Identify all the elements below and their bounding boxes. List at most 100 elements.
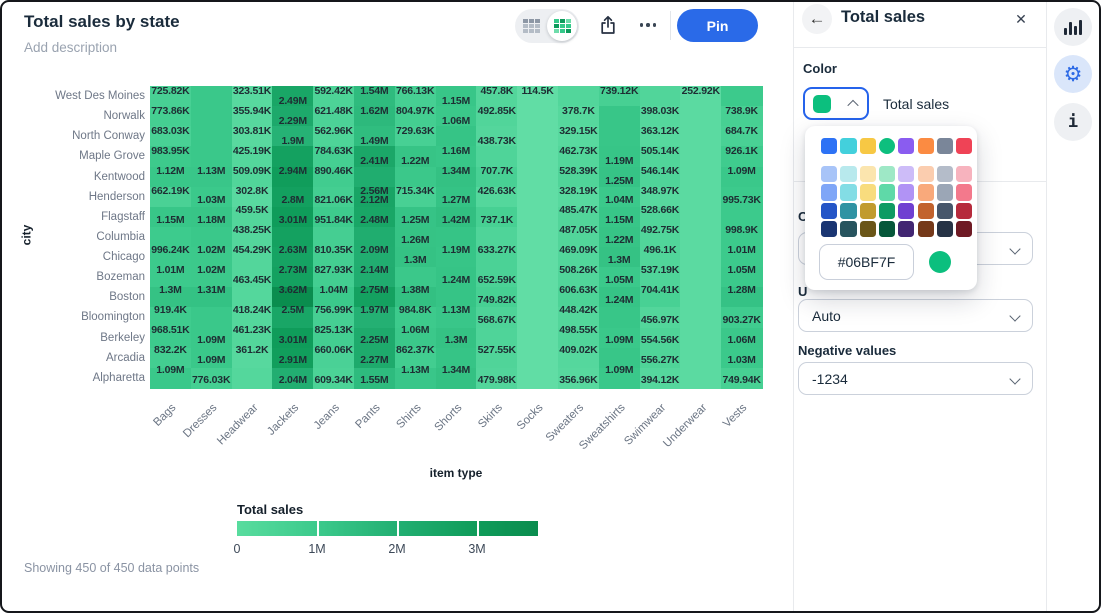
heatmap-cell[interactable] xyxy=(680,227,721,248)
heatmap-cell[interactable] xyxy=(680,368,721,389)
palette-shade-swatch[interactable] xyxy=(821,184,837,200)
palette-shade-swatch[interactable] xyxy=(898,203,914,219)
units-dropdown[interactable]: Auto xyxy=(798,299,1033,332)
heatmap-cell[interactable] xyxy=(517,287,558,308)
heatmap-cell[interactable] xyxy=(599,307,640,328)
heatmap-cell[interactable] xyxy=(517,267,558,288)
info-tab[interactable]: i xyxy=(1054,103,1092,141)
palette-swatch[interactable] xyxy=(937,138,953,154)
heatmap-cell[interactable] xyxy=(721,86,762,107)
heatmap-cell[interactable] xyxy=(517,368,558,389)
palette-swatch[interactable] xyxy=(879,138,895,154)
heatmap-cell[interactable] xyxy=(680,106,721,127)
palette-shade-swatch[interactable] xyxy=(879,221,895,237)
palette-shade-swatch[interactable] xyxy=(937,221,953,237)
heatmap-cell[interactable] xyxy=(680,307,721,328)
heatmap-cell[interactable] xyxy=(517,187,558,208)
heatmap-cell[interactable] xyxy=(680,126,721,147)
heatmap-cell[interactable] xyxy=(517,247,558,268)
palette-shade-swatch[interactable] xyxy=(918,221,934,237)
add-description-field[interactable]: Add description xyxy=(24,40,117,55)
negative-values-value: -1234 xyxy=(812,371,848,387)
palette-shade-swatch[interactable] xyxy=(860,184,876,200)
format-settings-tab[interactable]: ⚙ xyxy=(1054,55,1092,93)
table-view-toggle[interactable] xyxy=(515,9,547,43)
palette-shade-swatch[interactable] xyxy=(898,221,914,237)
palette-shade-swatch[interactable] xyxy=(860,166,876,182)
palette-shade-swatch[interactable] xyxy=(821,166,837,182)
palette-shade-swatch[interactable] xyxy=(840,221,856,237)
palette-shade-swatch[interactable] xyxy=(840,184,856,200)
palette-shade-swatch[interactable] xyxy=(860,203,876,219)
heatmap-cell[interactable] xyxy=(680,207,721,228)
palette-shade-swatch[interactable] xyxy=(937,203,953,219)
palette-shade-swatch[interactable] xyxy=(840,203,856,219)
palette-shade-swatch[interactable] xyxy=(918,184,934,200)
pin-button[interactable]: Pin xyxy=(677,9,758,42)
cell-value-label: 633.27K xyxy=(478,244,516,256)
palette-shade-swatch[interactable] xyxy=(956,184,972,200)
palette-shade-swatch[interactable] xyxy=(821,203,837,219)
heatmap-view-toggle[interactable] xyxy=(547,11,577,41)
cell-value-label: 715.34K xyxy=(396,185,434,197)
heatmap-cell[interactable] xyxy=(558,86,599,107)
palette-shade-swatch[interactable] xyxy=(956,221,972,237)
heatmap-cell[interactable] xyxy=(517,307,558,328)
back-button[interactable]: ← xyxy=(802,4,832,34)
palette-shade-swatch[interactable] xyxy=(918,166,934,182)
heatmap-cell[interactable] xyxy=(517,146,558,167)
heatmap-cell[interactable] xyxy=(680,328,721,349)
share-button[interactable] xyxy=(592,9,624,41)
heatmap-cell[interactable] xyxy=(680,146,721,167)
palette-shade-swatch[interactable] xyxy=(937,184,953,200)
more-options-button[interactable] xyxy=(632,9,664,41)
color-swatch-dropdown[interactable] xyxy=(803,87,869,120)
heatmap-cell[interactable] xyxy=(680,247,721,268)
palette-shade-swatch[interactable] xyxy=(821,221,837,237)
icon-rail: ⚙ i xyxy=(1046,0,1100,613)
heatmap-cell[interactable] xyxy=(517,126,558,147)
palette-swatch[interactable] xyxy=(918,138,934,154)
cell-value-label: 1.26M xyxy=(401,234,429,246)
palette-shade-swatch[interactable] xyxy=(937,166,953,182)
heatmap-cell[interactable] xyxy=(232,368,273,389)
heatmap-cell[interactable] xyxy=(191,86,232,107)
palette-swatch[interactable] xyxy=(860,138,876,154)
palette-shade-swatch[interactable] xyxy=(956,203,972,219)
hex-color-preview-dot[interactable] xyxy=(929,251,951,273)
heatmap-cell[interactable] xyxy=(517,106,558,127)
heatmap-cell[interactable] xyxy=(640,86,681,107)
palette-shade-swatch[interactable] xyxy=(918,203,934,219)
palette-shade-swatch[interactable] xyxy=(956,166,972,182)
heatmap-cell[interactable] xyxy=(680,267,721,288)
heatmap-cell[interactable] xyxy=(517,227,558,248)
heatmap-cell[interactable] xyxy=(191,106,232,127)
heatmap-cell[interactable] xyxy=(599,126,640,147)
palette-shade-swatch[interactable] xyxy=(879,184,895,200)
palette-shade-swatch[interactable] xyxy=(898,166,914,182)
palette-shade-swatch[interactable] xyxy=(879,203,895,219)
negative-values-dropdown[interactable]: -1234 xyxy=(798,362,1033,395)
palette-swatch[interactable] xyxy=(898,138,914,154)
hex-color-input[interactable] xyxy=(819,244,914,280)
heatmap-cell[interactable] xyxy=(680,187,721,208)
palette-shade-swatch[interactable] xyxy=(840,166,856,182)
heatmap-cell[interactable] xyxy=(191,307,232,328)
heatmap-cell[interactable] xyxy=(517,207,558,228)
heatmap-cell[interactable] xyxy=(680,167,721,188)
palette-shade-swatch[interactable] xyxy=(898,184,914,200)
heatmap-cell[interactable] xyxy=(599,106,640,127)
chart-settings-tab[interactable] xyxy=(1054,8,1092,46)
palette-swatch[interactable] xyxy=(821,138,837,154)
palette-shade-swatch[interactable] xyxy=(879,166,895,182)
heatmap-cell[interactable] xyxy=(517,348,558,369)
heatmap-cell[interactable] xyxy=(517,328,558,349)
palette-shade-swatch[interactable] xyxy=(860,221,876,237)
palette-swatch[interactable] xyxy=(840,138,856,154)
heatmap-cell[interactable] xyxy=(680,287,721,308)
heatmap-cell[interactable] xyxy=(680,348,721,369)
heatmap-cell[interactable] xyxy=(517,167,558,188)
palette-swatch[interactable] xyxy=(956,138,972,154)
heatmap-cell[interactable] xyxy=(191,126,232,147)
close-panel-button[interactable]: ✕ xyxy=(1006,4,1036,34)
